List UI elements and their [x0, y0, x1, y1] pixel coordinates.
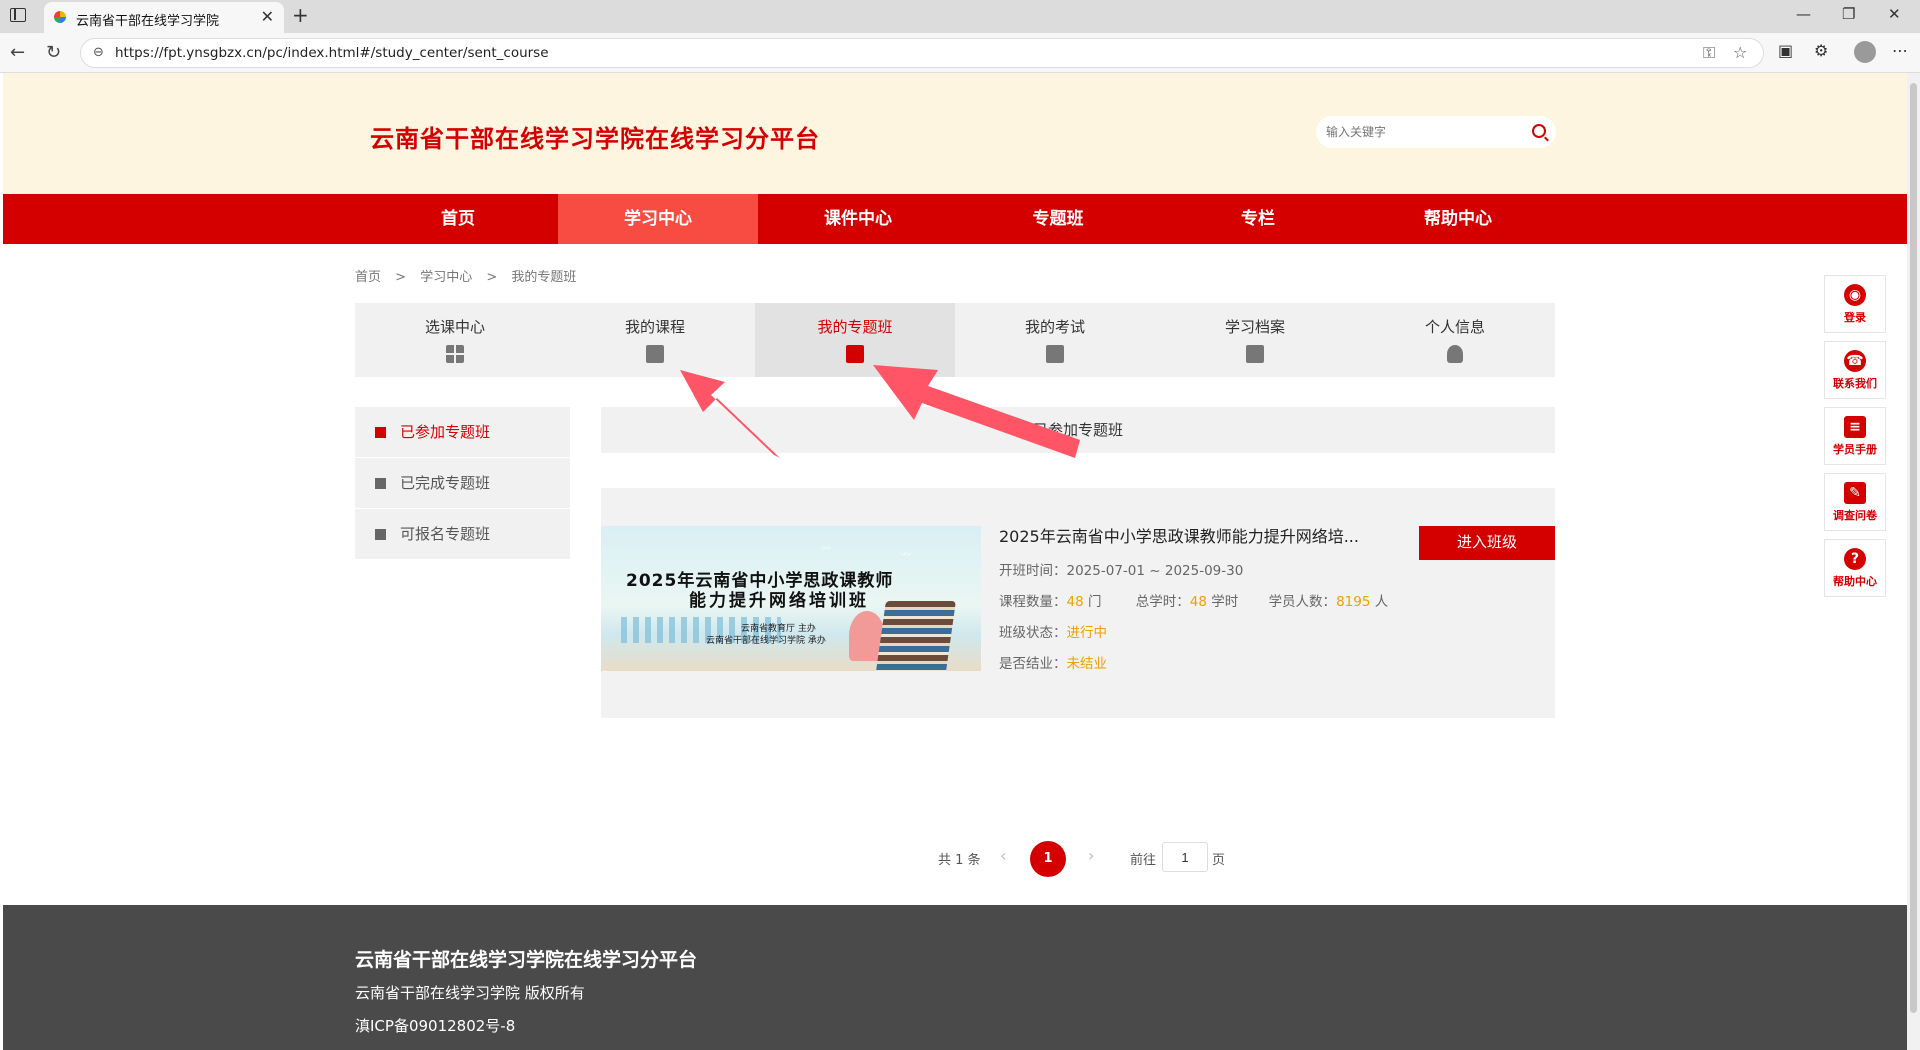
arrow-to-my-courses: [680, 370, 780, 458]
page-scrollbar[interactable]: [1907, 73, 1920, 1050]
scroll-thumb[interactable]: [1910, 83, 1917, 1013]
annotation-arrows: [680, 365, 1080, 458]
arrow-to-my-special-classes: [873, 365, 1080, 458]
